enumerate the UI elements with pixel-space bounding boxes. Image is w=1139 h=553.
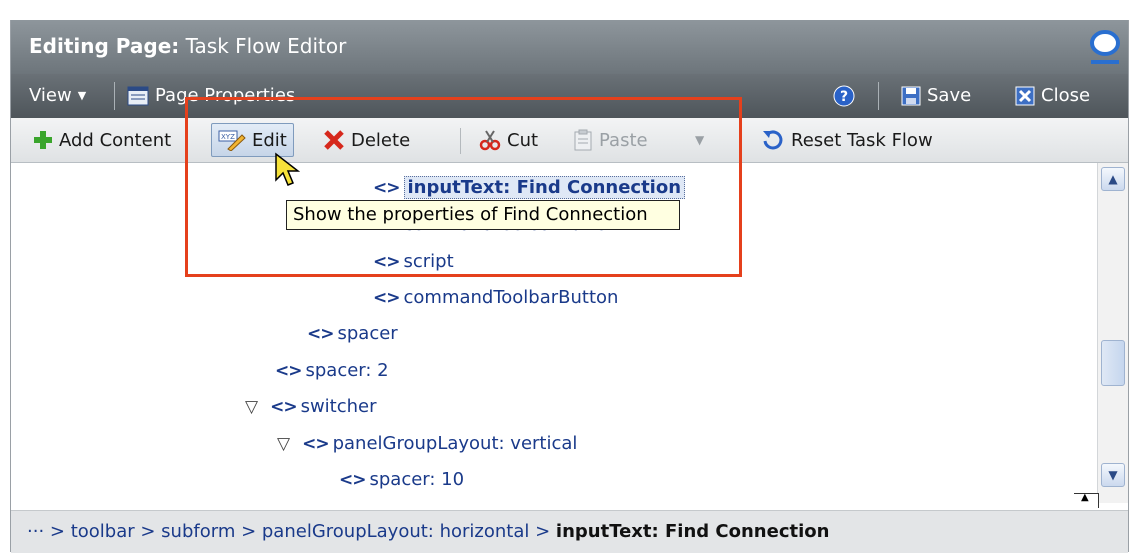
tree-node-label: commandToolbarButton xyxy=(403,287,619,308)
tree-node-label: spacer xyxy=(337,323,398,344)
save-label: Save xyxy=(927,85,972,106)
status-bar: ··· > toolbar > subform > panelGroupLayo… xyxy=(11,510,1128,553)
mouse-pointer-icon xyxy=(275,152,300,186)
window-title: Editing Page: Task Flow Editor xyxy=(29,34,346,58)
title-prefix: Editing Page: xyxy=(29,34,180,58)
annotation-highlight-box xyxy=(185,97,742,277)
tree-node-label: switcher xyxy=(300,396,377,417)
component-tag-icon: <> xyxy=(339,469,366,490)
close-icon xyxy=(1015,86,1035,105)
component-tag-icon: <> xyxy=(307,323,334,344)
tree-node[interactable]: <> commandToolbarButton xyxy=(373,287,618,308)
edit-tooltip: Show the properties of Find Connection xyxy=(286,200,680,230)
breadcrumb: ··· > toolbar > subform > panelGroupLayo… xyxy=(27,521,829,542)
view-menu-label: View xyxy=(29,85,72,106)
component-tag-icon: <> xyxy=(275,360,302,381)
tree-node[interactable]: <> spacer: 2 xyxy=(275,360,389,381)
resize-handle[interactable]: ▲ xyxy=(1074,492,1099,508)
reset-arrow-icon xyxy=(763,130,783,150)
expand-triangle-icon[interactable]: ▽ xyxy=(277,434,290,454)
title-text: Task Flow Editor xyxy=(185,34,347,58)
close-label: Close xyxy=(1041,85,1091,106)
add-content-button[interactable]: Add Content xyxy=(33,127,171,153)
tree-node[interactable]: ▽ <> panelGroupLayout: vertical xyxy=(277,433,577,454)
tree-node-label: spacer: 2 xyxy=(305,360,389,381)
reset-task-flow-button[interactable]: Reset Task Flow xyxy=(761,127,933,153)
view-menu[interactable]: View ▼ xyxy=(29,85,86,106)
close-button[interactable]: Close xyxy=(1015,85,1090,106)
reset-task-flow-label: Reset Task Flow xyxy=(791,129,933,151)
component-tag-icon: <> xyxy=(373,287,400,308)
tree-node[interactable]: <> spacer: 10 xyxy=(339,469,464,490)
component-tag-icon: <> xyxy=(302,433,329,454)
expand-triangle-icon[interactable]: ▽ xyxy=(245,397,258,417)
help-icon: ? xyxy=(833,85,855,107)
tree-node[interactable]: ▽ <> switcher xyxy=(245,396,377,417)
tree-node[interactable]: <> spacer xyxy=(307,323,398,344)
page-properties-icon xyxy=(127,86,149,105)
tree-node-label: panelGroupLayout: vertical xyxy=(332,433,578,454)
add-content-label: Add Content xyxy=(59,129,172,151)
svg-text:?: ? xyxy=(840,89,848,105)
scroll-down-icon[interactable]: ▼ xyxy=(1101,463,1125,487)
menu-divider xyxy=(114,82,115,110)
scroll-up-icon[interactable]: ▲ xyxy=(1101,167,1125,191)
breadcrumb-current: inputText: Find Connection xyxy=(555,521,830,542)
scrollbar-thumb[interactable] xyxy=(1101,340,1125,386)
plus-icon xyxy=(34,131,52,149)
help-button[interactable]: ? xyxy=(833,85,855,107)
save-button[interactable]: Save xyxy=(901,85,971,106)
up-triangle-icon: ▲ xyxy=(1081,492,1089,503)
chevron-down-icon: ▼ xyxy=(77,89,87,102)
title-bar: Editing Page: Task Flow Editor xyxy=(11,20,1128,74)
vertical-scrollbar[interactable]: ▲ ▼ xyxy=(1097,163,1128,503)
oracle-logo-icon xyxy=(1090,30,1120,64)
menu-divider xyxy=(878,82,879,110)
breadcrumb-ellipsis[interactable]: ··· xyxy=(27,521,44,542)
save-icon xyxy=(901,86,921,105)
breadcrumb-path[interactable]: > toolbar > subform > panelGroupLayout: … xyxy=(50,521,550,542)
component-tag-icon: <> xyxy=(270,396,297,417)
tree-node-label: spacer: 10 xyxy=(369,469,465,490)
